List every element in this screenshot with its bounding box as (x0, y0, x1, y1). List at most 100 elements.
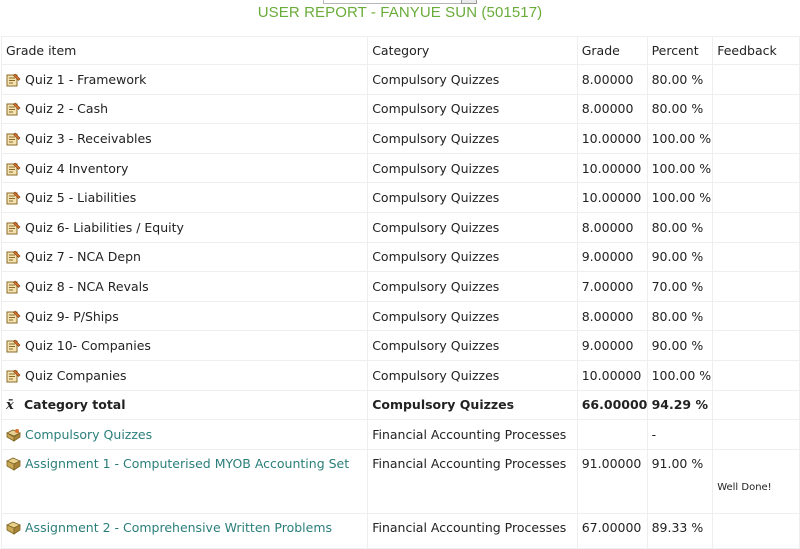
table-row: Quiz 10- Companies Compulsory Quizzes 9.… (0, 330, 800, 361)
column-header-grade[interactable]: Grade (576, 36, 648, 65)
quiz-icon (6, 191, 21, 205)
grade-cell: 7.00000 (576, 271, 648, 302)
feedback-cell (712, 271, 800, 302)
grade-report-table: Grade item Category Grade Percent Feedba… (0, 36, 800, 549)
percent-cell: 100.00 % (646, 359, 714, 391)
compulsory-quizzes-link[interactable]: Compulsory Quizzes (25, 427, 152, 442)
grade-cell: 67.00000 (576, 512, 648, 549)
table-row: Compulsory Quizzes Financial Accounting … (0, 419, 800, 450)
percent-cell: 89.33 % (646, 512, 714, 549)
grade-item-label: Quiz 7 - NCA Depn (25, 249, 141, 265)
table-row: Quiz 6- Liabilities / Equity Compulsory … (0, 211, 800, 243)
quiz-icon (6, 221, 21, 235)
feedback-cell (712, 64, 800, 95)
grade-cell (576, 419, 648, 450)
grade-item-label: Quiz 1 - Framework (25, 71, 147, 87)
mean-symbol-icon: x̄ (6, 397, 14, 413)
grade-cell: 10.00000 (576, 182, 648, 213)
grade-cell: 66.00000 (576, 389, 648, 421)
assignment-1-link[interactable]: Assignment 1 - Computerised MYOB Account… (25, 456, 349, 471)
percent-cell: 80.00 % (646, 93, 714, 125)
grade-item-label: Quiz 6- Liabilities / Equity (25, 219, 184, 235)
category-cell: Compulsory Quizzes (367, 182, 578, 213)
category-cell: Compulsory Quizzes (367, 211, 578, 243)
table-row: Quiz 8 - NCA Revals Compulsory Quizzes 7… (0, 271, 800, 302)
category-cell: Financial Accounting Processes (367, 448, 578, 514)
table-row: Assignment 1 - Computerised MYOB Account… (0, 448, 800, 514)
quiz-icon (6, 102, 21, 116)
feedback-cell (712, 93, 800, 125)
quiz-icon (6, 250, 21, 264)
page-title: USER REPORT - FANYUE SUN (501517) (257, 4, 543, 21)
feedback-cell (712, 241, 800, 273)
grade-item-label: Quiz 5 - Liabilities (25, 190, 137, 206)
category-cell: Compulsory Quizzes (367, 300, 578, 332)
feedback-cell (712, 330, 800, 361)
table-header-row: Grade item Category Grade Percent Feedba… (0, 36, 800, 65)
quiz-icon (6, 310, 21, 324)
category-cell: Compulsory Quizzes (367, 271, 578, 302)
feedback-cell (712, 123, 800, 154)
table-row: Quiz 3 - Receivables Compulsory Quizzes … (0, 123, 800, 154)
feedback-cell: Well Done! (712, 448, 800, 514)
feedback-cell (712, 182, 800, 213)
grade-item-label: Quiz 3 - Receivables (25, 130, 152, 146)
category-cell: Compulsory Quizzes (367, 359, 578, 391)
quiz-icon (6, 339, 21, 353)
percent-cell: 70.00 % (646, 271, 714, 302)
table-row: Assignment 2 - Comprehensive Written Pro… (0, 512, 800, 549)
feedback-cell (712, 211, 800, 243)
grade-item-label: Quiz 4 Inventory (25, 160, 129, 176)
quiz-icon (6, 369, 21, 383)
quiz-icon (6, 280, 21, 294)
percent-cell: 90.00 % (646, 241, 714, 273)
feedback-cell (712, 512, 800, 549)
category-cell: Compulsory Quizzes (367, 152, 578, 184)
grade-item-label: Quiz 9- P/Ships (25, 308, 119, 324)
feedback-cell (712, 419, 800, 450)
percent-cell: 94.29 % (646, 389, 714, 421)
grade-item-label: Quiz 2 - Cash (25, 101, 109, 117)
grade-cell: 8.00000 (576, 300, 648, 332)
assignment-2-link[interactable]: Assignment 2 - Comprehensive Written Pro… (25, 520, 332, 535)
grade-cell: 10.00000 (576, 359, 648, 391)
column-header-feedback[interactable]: Feedback (712, 36, 800, 65)
table-row: Quiz 4 Inventory Compulsory Quizzes 10.0… (0, 152, 800, 184)
feedback-cell (712, 152, 800, 184)
grade-item-label: Quiz 8 - NCA Revals (25, 278, 149, 294)
grade-item-label: Quiz 10- Companies (25, 338, 151, 354)
category-cell: Compulsory Quizzes (367, 389, 578, 421)
table-row: Quiz 7 - NCA Depn Compulsory Quizzes 9.0… (0, 241, 800, 273)
quiz-icon (6, 73, 21, 87)
percent-cell: 90.00 % (646, 330, 714, 361)
category-cell: Compulsory Quizzes (367, 330, 578, 361)
category-cell: Compulsory Quizzes (367, 241, 578, 273)
column-header-percent[interactable]: Percent (646, 36, 714, 65)
category-cell: Financial Accounting Processes (367, 512, 578, 549)
column-header-grade-item[interactable]: Grade item (0, 36, 369, 65)
table-row: Quiz 1 - Framework Compulsory Quizzes 8.… (0, 64, 800, 95)
category-cell: Financial Accounting Processes (367, 419, 578, 450)
quiz-icon (6, 132, 21, 146)
percent-cell: 80.00 % (646, 211, 714, 243)
grade-cell: 10.00000 (576, 152, 648, 184)
assignment-icon (6, 457, 21, 471)
feedback-cell (712, 300, 800, 332)
percent-cell: 100.00 % (646, 182, 714, 213)
category-total-row: x̄ Category total Compulsory Quizzes 66.0… (0, 389, 800, 421)
quiz-icon (6, 162, 21, 176)
table-row: Quiz Companies Compulsory Quizzes 10.000… (0, 359, 800, 391)
category-cell: Compulsory Quizzes (367, 93, 578, 125)
grade-cell: 10.00000 (576, 123, 648, 154)
grade-cell: 9.00000 (576, 241, 648, 273)
category-cell: Compulsory Quizzes (367, 64, 578, 95)
table-row: Quiz 2 - Cash Compulsory Quizzes 8.00000… (0, 93, 800, 125)
percent-cell: 91.00 % (646, 448, 714, 514)
percent-cell: 100.00 % (646, 123, 714, 154)
category-total-label: Category total (24, 396, 126, 412)
table-row: Quiz 9- P/Ships Compulsory Quizzes 8.000… (0, 300, 800, 332)
feedback-cell (712, 389, 800, 421)
column-header-category[interactable]: Category (367, 36, 578, 65)
grade-cell: 8.00000 (576, 211, 648, 243)
grade-item-label: Quiz Companies (25, 367, 127, 383)
